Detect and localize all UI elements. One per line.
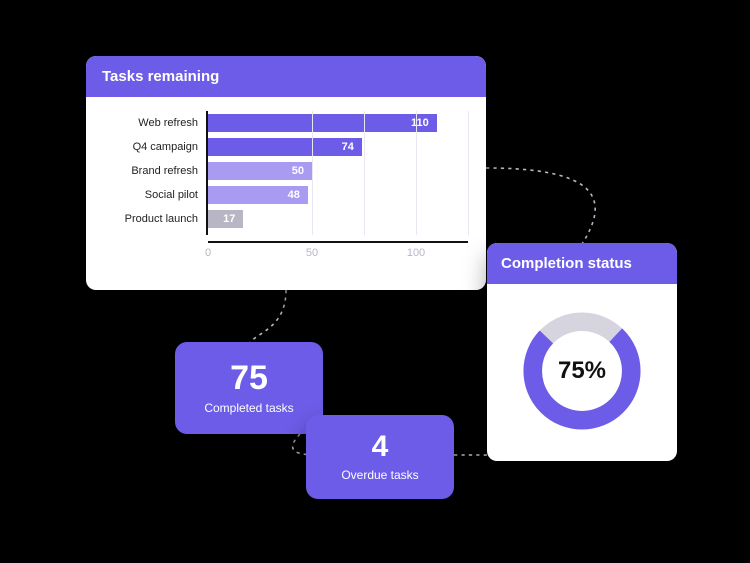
completed-tasks-value: 75 [230,361,268,395]
completed-tasks-label: Completed tasks [204,401,293,415]
bar-row: 50 [208,159,468,183]
bar-row: 48 [208,183,468,207]
donut-percent-label: 75% [558,357,606,385]
bar-plot-area: 110 74 50 48 17 [206,111,468,235]
bar-category-label: Social pilot [110,183,206,207]
bar-category-label: Product launch [110,207,206,231]
overdue-tasks-tile: 4 Overdue tasks [306,415,454,499]
bar: 110 [208,114,437,132]
tasks-remaining-card: Tasks remaining Web refreshQ4 campaignBr… [86,56,486,290]
tasks-remaining-title: Tasks remaining [86,56,486,97]
bar-row: 17 [208,207,468,231]
bar-row: 110 [208,111,468,135]
bar-chart: Web refreshQ4 campaignBrand refreshSocia… [86,97,486,271]
axis-tick-label: 0 [205,247,211,259]
bar-category-labels: Web refreshQ4 campaignBrand refreshSocia… [110,111,206,235]
bar: 74 [208,138,362,156]
bar-category-label: Brand refresh [110,159,206,183]
bar-category-label: Web refresh [110,111,206,135]
completion-status-card: Completion status 75% [487,243,677,461]
axis-tick-label: 100 [407,247,425,259]
completed-tasks-tile: 75 Completed tasks [175,342,323,434]
dashboard-canvas: Tasks remaining Web refreshQ4 campaignBr… [0,0,750,563]
overdue-tasks-label: Overdue tasks [341,468,418,482]
bar: 48 [208,186,308,204]
bar-category-label: Q4 campaign [110,135,206,159]
axis-tick-label: 50 [306,247,318,259]
completion-status-title: Completion status [487,243,677,284]
bar-row: 74 [208,135,468,159]
overdue-tasks-value: 4 [372,432,389,462]
bar: 50 [208,162,312,180]
bar-x-axis: 0 50 100 [208,241,468,261]
bar: 17 [208,210,243,228]
